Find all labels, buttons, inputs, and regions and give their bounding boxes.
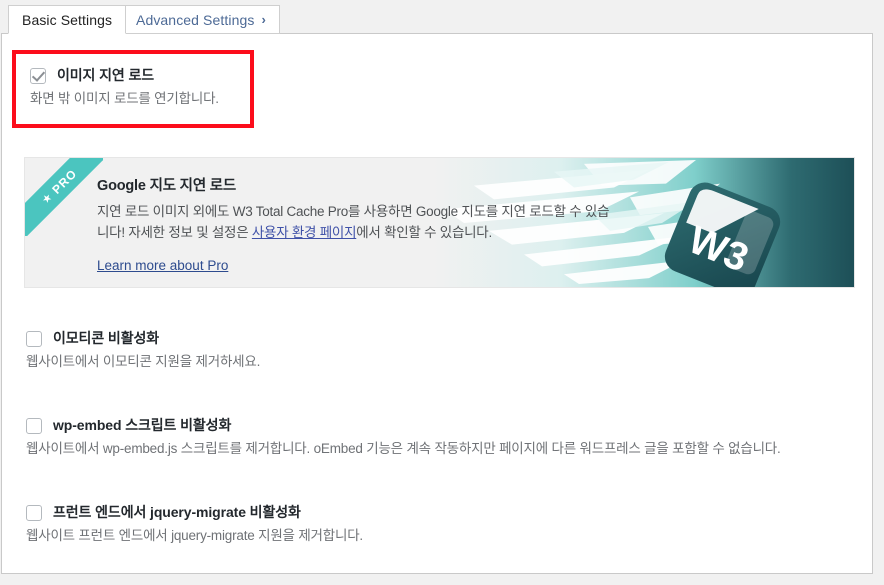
learn-more-about-pro-link[interactable]: Learn more about Pro [97, 258, 228, 273]
option-disable-wp-embed: wp-embed 스크립트 비활성화 웹사이트에서 wp-embed.js 스크… [26, 417, 846, 458]
option-disable-wp-embed-description: 웹사이트에서 wp-embed.js 스크립트를 제거합니다. oEmbed 기… [26, 441, 781, 456]
option-lazy-load-images-description: 화면 밖 이미지 로드를 연기합니다. [30, 91, 219, 106]
option-disable-jquery-migrate-description: 웹사이트 프런트 엔드에서 jquery-migrate 지원을 제거합니다. [26, 528, 363, 543]
pro-ribbon: ★ PRO [25, 158, 103, 236]
option-disable-jquery-migrate-title: 프런트 엔드에서 jquery-migrate 비활성화 [53, 504, 301, 520]
option-lazy-load-images-row: 이미지 지연 로드 [30, 67, 240, 84]
star-icon: ★ [39, 190, 56, 207]
option-lazy-load-images-title: 이미지 지연 로드 [57, 67, 155, 83]
pro-banner-body: 지연 로드 이미지 외에도 W3 Total Cache Pro를 사용하면 G… [97, 201, 617, 243]
option-disable-jquery-migrate: 프런트 엔드에서 jquery-migrate 비활성화 웹사이트 프런트 엔드… [26, 504, 846, 545]
checkbox-disable-jquery-migrate[interactable] [26, 505, 42, 521]
chevron-right-icon: › [261, 12, 266, 27]
option-disable-emoji: 이모티콘 비활성화 웹사이트에서 이모티콘 지원을 제거하세요. [26, 330, 826, 371]
highlight-annotation-box: 이미지 지연 로드 화면 밖 이미지 로드를 연기합니다. [12, 50, 254, 128]
tab-basic-settings[interactable]: Basic Settings [8, 5, 127, 34]
pro-upsell-banner: W3 ★ PRO Google 지도 지연 로드 지연 로드 이미지 외에도 W… [24, 157, 855, 288]
svg-text:W3: W3 [682, 218, 754, 281]
pro-banner-cta-row: Learn more about Pro [97, 258, 617, 273]
option-disable-jquery-migrate-row: 프런트 엔드에서 jquery-migrate 비활성화 [26, 504, 846, 521]
option-disable-emoji-row: 이모티콘 비활성화 [26, 330, 826, 347]
option-disable-emoji-description: 웹사이트에서 이모티콘 지원을 제거하세요. [26, 354, 261, 369]
settings-tab-strip: Basic Settings Advanced Settings › [0, 0, 884, 35]
settings-panel: 이미지 지연 로드 화면 밖 이미지 로드를 연기합니다. W3 ★ PRO G… [1, 33, 873, 574]
pro-banner-title: Google 지도 지연 로드 [97, 178, 237, 194]
user-experience-page-link[interactable]: 사용자 환경 페이지 [252, 225, 357, 240]
pro-banner-body-part2: 에서 확인할 수 있습니다. [356, 225, 492, 240]
checkbox-lazy-load-images[interactable] [30, 68, 46, 84]
option-disable-emoji-title: 이모티콘 비활성화 [53, 330, 160, 346]
pro-ribbon-label: PRO [49, 166, 80, 197]
pro-banner-content: Google 지도 지연 로드 지연 로드 이미지 외에도 W3 Total C… [97, 174, 617, 273]
checkbox-disable-emoji[interactable] [26, 331, 42, 347]
tab-advanced-settings-label: Advanced Settings [136, 11, 255, 28]
checkbox-disable-wp-embed[interactable] [26, 418, 42, 434]
option-lazy-load-images: 이미지 지연 로드 화면 밖 이미지 로드를 연기합니다. [30, 67, 240, 108]
option-disable-wp-embed-title: wp-embed 스크립트 비활성화 [53, 417, 232, 433]
option-disable-wp-embed-row: wp-embed 스크립트 비활성화 [26, 417, 846, 434]
tab-basic-settings-label: Basic Settings [22, 11, 113, 28]
pro-ribbon-banner: ★ PRO [25, 158, 103, 236]
tab-advanced-settings[interactable]: Advanced Settings › [122, 5, 280, 34]
